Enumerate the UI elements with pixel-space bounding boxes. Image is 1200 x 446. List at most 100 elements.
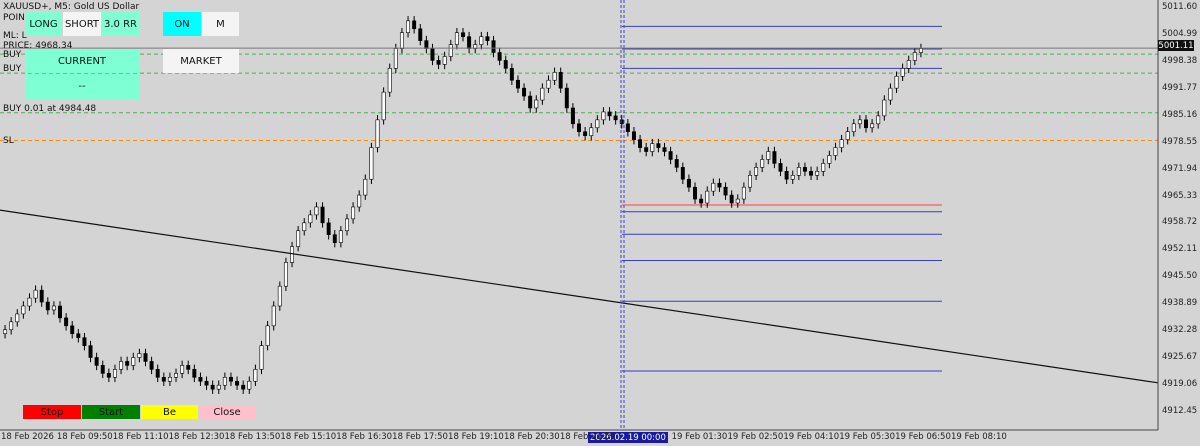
y-tick-label: 4945.50 <box>1162 271 1198 282</box>
candle-body <box>668 151 673 160</box>
candle <box>387 63 392 97</box>
candle-body <box>705 190 710 204</box>
candle <box>283 257 288 291</box>
candle-body <box>167 376 172 382</box>
candle-body <box>723 186 728 196</box>
candle-body <box>833 147 838 156</box>
candle-body <box>906 60 911 69</box>
candle-body <box>149 361 154 370</box>
candle-body <box>45 301 50 311</box>
candle-body <box>522 87 527 97</box>
candle-body <box>106 373 111 378</box>
candle-body <box>821 163 826 172</box>
candle-body <box>735 198 740 204</box>
candle-body <box>693 186 698 200</box>
candle-body <box>558 72 563 89</box>
y-tick-label: 4912.45 <box>1162 406 1198 416</box>
candle-body <box>528 95 533 109</box>
buy-order-label: BUY 0.01 at 4984.48 <box>3 104 97 114</box>
candle-body <box>662 147 667 152</box>
x-tick-label: 18 Feb 15:10 <box>280 432 337 442</box>
start-button[interactable]: Start <box>82 405 140 419</box>
candle-body <box>27 297 32 307</box>
candle-body <box>650 143 655 152</box>
candle-body <box>839 139 844 148</box>
candle-body <box>424 40 429 49</box>
be-button[interactable]: Be <box>141 405 198 419</box>
candle-body <box>729 194 734 204</box>
candle-body <box>711 182 716 192</box>
m-button[interactable]: M <box>202 12 239 36</box>
close-button[interactable]: Close <box>199 405 255 419</box>
candle-body <box>363 178 368 196</box>
stop-button[interactable]: Stop <box>23 405 81 419</box>
candle-body <box>259 345 264 370</box>
candle-body <box>131 357 136 366</box>
candle-body <box>491 40 496 53</box>
candle-body <box>809 171 814 176</box>
candle-body <box>857 119 862 125</box>
y-tick-label: 5011.60 <box>1162 2 1198 12</box>
candle-body <box>772 151 777 164</box>
candle-body <box>406 20 411 34</box>
candle-body <box>912 52 917 61</box>
candle-body <box>595 119 600 129</box>
y-tick-label: 4919.06 <box>1162 379 1198 390</box>
candle-body <box>503 60 508 69</box>
candle-body <box>314 206 319 216</box>
candle-body <box>277 285 282 307</box>
on-button[interactable]: ON <box>163 12 201 36</box>
candle-body <box>674 159 679 168</box>
y-tick-label: 4958.72 <box>1162 217 1198 228</box>
x-tick-label: 18 Feb 13:50 <box>224 432 281 442</box>
x-tick-label: 19 Feb 08:10 <box>951 432 1007 442</box>
candle-body <box>900 68 905 77</box>
candle-body <box>515 79 520 89</box>
rr-button[interactable]: 3.0 RR <box>102 12 139 36</box>
candle-body <box>583 131 588 136</box>
candle-body <box>290 246 295 263</box>
candle-body <box>51 305 56 311</box>
market-button[interactable]: MARKET <box>163 49 239 73</box>
candle-body <box>851 123 856 133</box>
candle-body <box>577 123 581 133</box>
candle-body <box>656 143 661 148</box>
candle-body <box>58 305 62 319</box>
candle <box>375 115 380 153</box>
candle-body <box>876 115 881 125</box>
long-button[interactable]: LONG <box>25 12 62 36</box>
value-field[interactable]: -- <box>25 74 139 99</box>
sl-label: SL <box>3 136 14 146</box>
candle-body <box>589 127 594 136</box>
x-tick-label: 19 Feb 06:50 <box>895 432 951 442</box>
candle-body <box>64 317 69 327</box>
candle-body <box>15 313 20 323</box>
current-button[interactable]: CURRENT <box>25 49 139 73</box>
x-tick-label: 18 Feb 17:50 <box>392 432 448 442</box>
y-tick-label: 4925.67 <box>1162 352 1198 363</box>
candle-body <box>802 167 807 172</box>
candle-body <box>778 163 783 172</box>
candle-body <box>882 99 887 117</box>
x-tick-label: 18 Feb 19:10 <box>448 432 504 442</box>
candle-body <box>345 218 349 232</box>
candle-body <box>393 48 398 69</box>
buy-label-1: BUY <box>3 50 22 60</box>
short-button[interactable]: SHORT <box>63 12 101 36</box>
candle-body <box>845 131 850 140</box>
candle-body <box>253 369 258 382</box>
candle-body <box>351 206 356 220</box>
candle <box>369 142 374 185</box>
candle-body <box>467 36 472 49</box>
x-tick-label: 19 Feb 01:30 <box>671 432 728 442</box>
x-tick-label: 18 Feb 16:30 <box>336 432 393 442</box>
candle-body <box>3 329 8 335</box>
candle-body <box>399 32 404 49</box>
x-tick-label: 18 Feb 20:30 <box>503 432 560 442</box>
point-label: POIN <box>3 13 25 23</box>
x-tick-label: 19 Feb 02:50 <box>727 432 784 442</box>
candle-body <box>296 230 301 247</box>
x-tick-label: 18 Feb 11:10 <box>112 432 169 442</box>
x-tick-label: 18 Feb 12:30 <box>168 432 225 442</box>
candle-body <box>88 345 93 358</box>
